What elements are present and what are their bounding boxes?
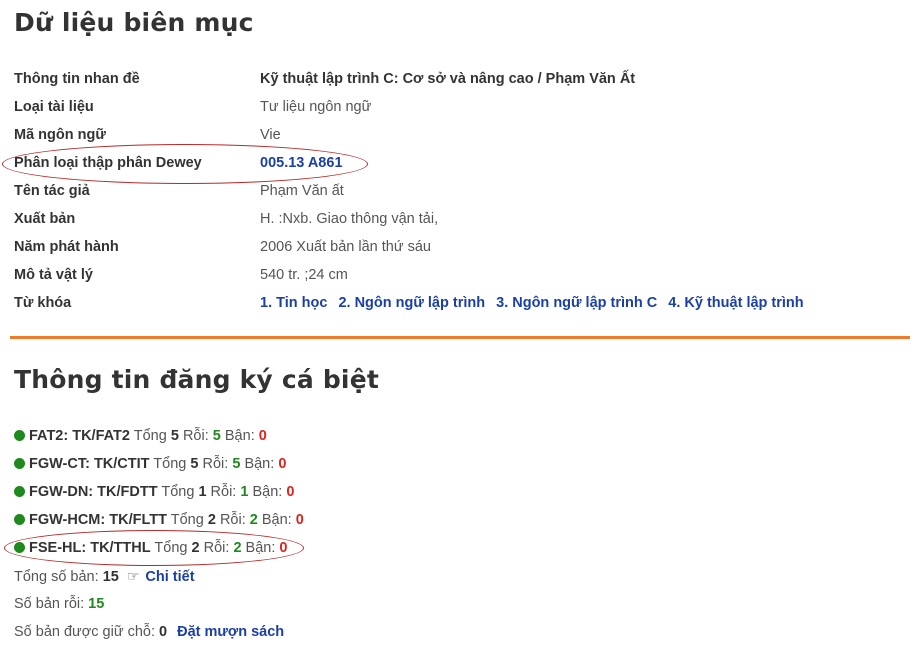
busy-count: 0 <box>286 484 295 500</box>
keyword-link[interactable]: 2. Ngôn ngữ lập trình <box>338 295 485 311</box>
green-dot-icon <box>14 542 25 553</box>
catalog-value: H. :Nxb. Giao thông vận tải, <box>260 211 439 227</box>
summary-free-value: 15 <box>88 596 105 612</box>
free-label: Rỗi: <box>219 512 246 528</box>
copy-row: FGW-DN: TK/FDTT Tổng 1 Rỗi: 1 Bận: 0 <box>14 481 294 503</box>
summary-total-label: Tổng số bản: <box>14 569 99 585</box>
total-count: 5 <box>170 428 179 444</box>
catalog-value: 2006 Xuất bản lần thứ sáu <box>260 239 431 255</box>
catalog-value: Tư liệu ngôn ngữ <box>260 99 372 115</box>
copy-code: FGW-CT: TK/CTIT <box>29 456 150 472</box>
busy-label: Bận: <box>244 456 275 472</box>
green-dot-icon <box>14 458 25 469</box>
busy-label: Bận: <box>245 540 276 556</box>
copies-title: Thông tin đăng ký cá biệt <box>14 365 379 394</box>
total-label: Tổng <box>133 428 167 444</box>
copy-code: FAT2: TK/FAT2 <box>29 428 130 444</box>
catalog-label: Loại tài liệu <box>14 99 94 115</box>
busy-label: Bận: <box>252 484 283 500</box>
details-link[interactable]: Chi tiết <box>145 569 194 585</box>
section-divider <box>10 336 910 339</box>
free-count: 5 <box>212 428 221 444</box>
free-count: 1 <box>240 484 249 500</box>
free-label: Rỗi: <box>182 428 209 444</box>
total-label: Tổng <box>161 484 195 500</box>
summary-free: Số bản rỗi: 15 <box>14 593 104 615</box>
free-count: 2 <box>249 512 258 528</box>
catalog-label: Năm phát hành <box>14 239 119 255</box>
summary-total: Tổng số bản: 15 ☞ Chi tiết <box>14 565 195 587</box>
catalog-title: Dữ liệu biên mục <box>14 8 254 37</box>
summary-total-value: 15 <box>102 569 119 585</box>
copy-code: FGW-HCM: TK/FLTT <box>29 512 167 528</box>
copy-row: FAT2: TK/FAT2 Tổng 5 Rỗi: 5 Bận: 0 <box>14 425 267 447</box>
summary-reserved-label: Số bản được giữ chỗ: <box>14 624 155 640</box>
catalog-label: Xuất bản <box>14 211 76 227</box>
busy-count: 0 <box>279 540 288 556</box>
keyword-list: 1. Tin học 2. Ngôn ngữ lập trình 3. Ngôn… <box>260 292 811 314</box>
green-dot-icon <box>14 514 25 525</box>
busy-label: Bận: <box>224 428 255 444</box>
catalog-label: Mã ngôn ngữ <box>14 127 106 143</box>
total-label: Tổng <box>170 512 204 528</box>
catalog-label: Thông tin nhan đề <box>14 71 140 87</box>
catalog-label: Mô tả vật lý <box>14 267 93 283</box>
free-label: Rỗi: <box>210 484 237 500</box>
free-count: 5 <box>232 456 241 472</box>
catalog-label: Từ khóa <box>14 295 72 311</box>
catalog-label: Phân loại thập phân Dewey <box>14 155 202 171</box>
copy-code: FGW-DN: TK/FDTT <box>29 484 158 500</box>
summary-reserved-value: 0 <box>159 624 168 640</box>
keyword-link[interactable]: 3. Ngôn ngữ lập trình C <box>496 295 657 311</box>
total-label: Tổng <box>154 540 188 556</box>
hand-pointer-icon: ☞ <box>126 568 140 584</box>
busy-count: 0 <box>258 428 267 444</box>
keyword-link[interactable]: 4. Kỹ thuật lập trình <box>668 295 803 311</box>
copy-row: FGW-CT: TK/CTIT Tổng 5 Rỗi: 5 Bận: 0 <box>14 453 286 475</box>
free-count: 2 <box>233 540 242 556</box>
copy-row: FSE-HL: TK/TTHL Tổng 2 Rỗi: 2 Bận: 0 <box>14 537 288 559</box>
catalog-value: Kỹ thuật lập trình C: Cơ sở và nâng cao … <box>260 71 636 87</box>
keyword-link[interactable]: 1. Tin học <box>260 295 327 311</box>
green-dot-icon <box>14 486 25 497</box>
busy-count: 0 <box>278 456 287 472</box>
total-count: 1 <box>198 484 207 500</box>
summary-reserved: Số bản được giữ chỗ: 0 Đặt mượn sách <box>14 621 284 643</box>
catalog-value: Phạm Văn ất <box>260 183 344 199</box>
copy-row: FGW-HCM: TK/FLTT Tổng 2 Rỗi: 2 Bận: 0 <box>14 509 304 531</box>
green-dot-icon <box>14 430 25 441</box>
dewey-link[interactable]: 005.13 A861 <box>260 152 343 174</box>
free-label: Rỗi: <box>202 456 229 472</box>
busy-label: Bận: <box>261 512 292 528</box>
summary-free-label: Số bản rỗi: <box>14 596 85 612</box>
total-count: 2 <box>191 540 200 556</box>
catalog-value: 540 tr. ;24 cm <box>260 267 348 283</box>
busy-count: 0 <box>295 512 304 528</box>
reserve-book-link[interactable]: Đặt mượn sách <box>177 624 284 640</box>
copy-code: FSE-HL: TK/TTHL <box>29 540 151 556</box>
total-label: Tổng <box>153 456 187 472</box>
total-count: 5 <box>190 456 199 472</box>
total-count: 2 <box>207 512 216 528</box>
catalog-value: Vie <box>260 127 281 143</box>
free-label: Rỗi: <box>203 540 230 556</box>
catalog-label: Tên tác giả <box>14 183 90 199</box>
